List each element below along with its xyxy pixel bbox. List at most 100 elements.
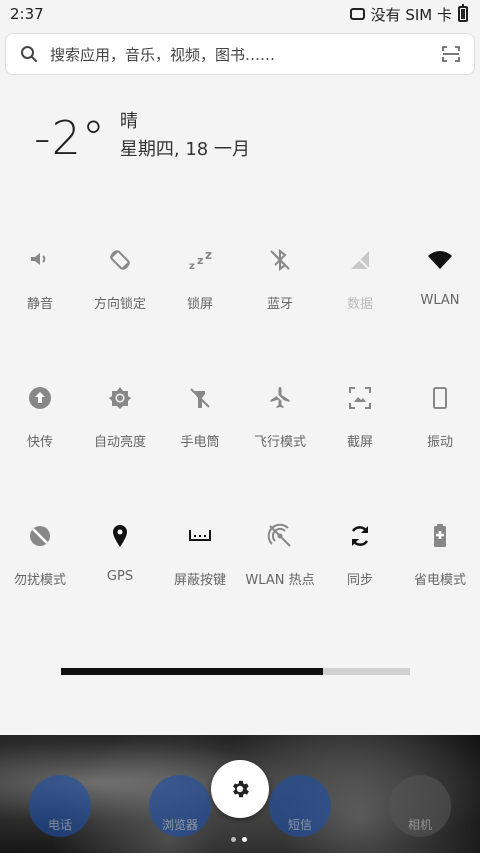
status-time: 2:37: [10, 5, 44, 23]
dnd-icon: [30, 526, 50, 546]
quick-settings-row: 勿扰模式 GPS 屏蔽按键 WLAN 热点 同步 省电模式: [0, 506, 480, 644]
search-placeholder[interactable]: 搜索应用，音乐，视频，图书……: [50, 44, 442, 65]
page-dot-active: [242, 837, 247, 842]
camera-app[interactable]: 相机: [389, 775, 451, 837]
mobile-data-icon-wrap: [345, 245, 375, 275]
settings-gear-icon: [233, 780, 249, 798]
wifi-icon-wrap: [425, 245, 455, 275]
weather-info: 晴 星期四, 18 一月: [120, 110, 250, 162]
settings-button[interactable]: [211, 760, 269, 818]
volume-icon: [31, 253, 46, 265]
rotation-lock-icon-wrap: [105, 245, 135, 275]
svg-text:z: z: [205, 248, 212, 262]
tile-label: 手电筒: [180, 435, 220, 450]
sleep-zzz-icon-wrap: zzz: [185, 245, 215, 275]
quick-settings-grid: 静音 方向锁定 z z z 锁屏 蓝牙 数据 WLAN 快传 自动亮度 手电筒 飞行模式 截屏 振动勿扰模式…: [0, 230, 480, 644]
tile-upload[interactable]: 快传: [0, 368, 80, 506]
keyboard-block-icon-wrap: [185, 521, 215, 551]
tile-label: WLAN: [420, 293, 460, 308]
hotspot-icon: [267, 523, 291, 547]
message-app[interactable]: 短信: [269, 775, 331, 837]
hotspot-icon-wrap: [265, 521, 295, 551]
rotation-lock-icon: [110, 250, 130, 270]
sim-status-text: 没有 SIM 卡: [370, 5, 452, 24]
sync-icon-wrap: [345, 521, 375, 551]
weather-widget[interactable]: -2° 晴 星期四, 18 一月: [34, 108, 250, 168]
scan-icon[interactable]: [442, 46, 460, 62]
phone-app[interactable]: 电话: [29, 775, 91, 837]
tile-label: 飞行模式: [253, 435, 306, 450]
browser-app[interactable]: 浏览器: [149, 775, 211, 837]
tile-label: GPS: [106, 569, 134, 584]
tile-label: 振动: [426, 435, 453, 450]
tile-screenshot[interactable]: 截屏: [320, 368, 400, 506]
brightness-fill: [61, 668, 323, 675]
bluetooth-icon-wrap: [265, 245, 295, 275]
app-label: 短信: [287, 818, 312, 832]
tile-label: 锁屏: [186, 297, 213, 312]
keyboard-block-icon: [189, 530, 211, 541]
tile-dnd[interactable]: 勿扰模式: [0, 506, 80, 644]
sim-card-icon: [349, 8, 365, 20]
tile-label: 蓝牙: [266, 297, 293, 312]
upload-icon-wrap: [25, 383, 55, 413]
tile-label: 屏蔽按键: [173, 573, 226, 588]
weather-condition: 晴: [119, 111, 138, 132]
volume-icon-wrap: [25, 245, 55, 275]
tile-brightness[interactable]: 自动亮度: [80, 368, 160, 506]
bluetooth-icon: [270, 248, 290, 272]
tile-label: 勿扰模式: [13, 573, 66, 588]
app-label: 电话: [47, 818, 72, 832]
tile-airplane[interactable]: 飞行模式: [240, 368, 320, 506]
tile-label: 自动亮度: [93, 435, 146, 450]
screenshot-icon-wrap: [345, 383, 375, 413]
brightness-icon-wrap: [105, 383, 135, 413]
tile-mobile-data[interactable]: 数据: [320, 230, 400, 368]
tile-sync[interactable]: 同步: [320, 506, 400, 644]
mobile-data-icon: [350, 250, 370, 270]
search-bar[interactable]: 搜索应用，音乐，视频，图书……: [5, 33, 475, 75]
app-label: 浏览器: [161, 818, 198, 832]
battery-icon: [458, 4, 468, 22]
tile-label: WLAN 热点: [245, 573, 315, 588]
tile-label: 省电模式: [413, 573, 466, 588]
search-icon: [21, 46, 37, 62]
vibrate-icon-wrap: [425, 383, 455, 413]
screenshot-icon: [349, 387, 371, 409]
wifi-icon: [428, 251, 452, 269]
location-icon: [113, 525, 127, 547]
brightness-slider[interactable]: [61, 668, 410, 675]
battery-saver-icon-wrap: [425, 521, 455, 551]
sync-icon: [351, 526, 369, 546]
tile-bluetooth[interactable]: 蓝牙: [240, 230, 320, 368]
upload-icon: [29, 387, 51, 409]
weather-date: 星期四, 18 一月: [119, 139, 250, 160]
tile-label: 快传: [26, 435, 53, 450]
tile-label: 数据: [346, 297, 373, 312]
tile-vibrate[interactable]: 振动: [400, 368, 480, 506]
tile-keyboard-block[interactable]: 屏蔽按键: [160, 506, 240, 644]
flashlight-icon-wrap: [185, 383, 215, 413]
flashlight-icon: [190, 388, 210, 408]
page-indicator: [231, 837, 247, 842]
tile-volume[interactable]: 静音: [0, 230, 80, 368]
sleep-zzz-icon: zzz: [189, 248, 212, 272]
dnd-icon-wrap: [25, 521, 55, 551]
battery-saver-icon: [434, 524, 446, 547]
status-right: 没有 SIM 卡: [349, 4, 468, 25]
svg-text:z: z: [197, 254, 203, 267]
tile-hotspot[interactable]: WLAN 热点: [240, 506, 320, 644]
tile-battery-saver[interactable]: 省电模式: [400, 506, 480, 644]
tile-rotation-lock[interactable]: 方向锁定: [80, 230, 160, 368]
quick-settings-row: 快传 自动亮度 手电筒 飞行模式 截屏 振动: [0, 368, 480, 506]
tile-sleep-zzz[interactable]: z z z 锁屏: [160, 230, 240, 368]
tile-flashlight[interactable]: 手电筒: [160, 368, 240, 506]
tile-label: 同步: [346, 573, 373, 588]
tile-label: 方向锁定: [93, 297, 146, 312]
tile-wifi[interactable]: WLAN: [400, 230, 480, 368]
brightness-icon: [109, 387, 131, 409]
vibrate-icon: [433, 387, 447, 409]
tile-location[interactable]: GPS: [80, 506, 160, 644]
airplane-icon-wrap: [265, 383, 295, 413]
airplane-icon: [270, 387, 290, 408]
